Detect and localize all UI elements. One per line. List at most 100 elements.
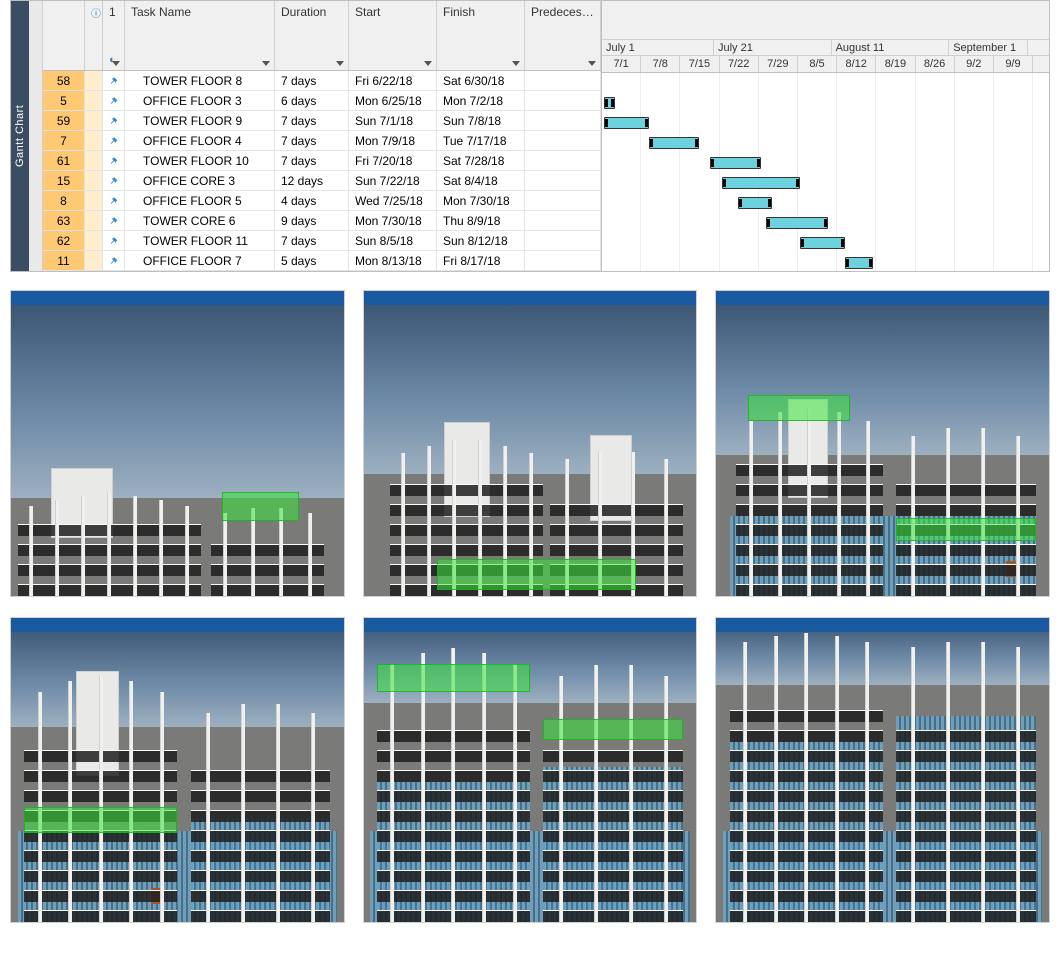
render-view-5[interactable]	[363, 617, 698, 924]
start-cell[interactable]: Mon 6/25/18	[349, 91, 437, 110]
render-view-2[interactable]	[363, 290, 698, 597]
finish-cell[interactable]: Fri 8/17/18	[437, 251, 525, 270]
gantt-bar[interactable]	[604, 117, 649, 129]
render-view-4[interactable]	[10, 617, 345, 924]
table-row[interactable]: 7 OFFICE FLOOR 47 daysMon 7/9/18Tue 7/17/…	[43, 131, 601, 151]
col-header-finish[interactable]: Finish	[437, 1, 525, 70]
predecessors-cell[interactable]	[525, 111, 601, 130]
predecessors-cell[interactable]	[525, 131, 601, 150]
timeline-day-label: 7/29	[759, 56, 798, 72]
row-id[interactable]: 5	[43, 91, 85, 110]
duration-cell[interactable]: 12 days	[275, 171, 349, 190]
duration-cell[interactable]: 6 days	[275, 91, 349, 110]
start-cell[interactable]: Mon 8/13/18	[349, 251, 437, 270]
start-cell[interactable]: Fri 7/20/18	[349, 151, 437, 170]
row-id[interactable]: 11	[43, 251, 85, 270]
task-name-cell[interactable]: OFFICE FLOOR 5	[125, 191, 275, 210]
duration-cell[interactable]: 7 days	[275, 231, 349, 250]
start-cell[interactable]: Wed 7/25/18	[349, 191, 437, 210]
gantt-bar[interactable]	[722, 177, 800, 189]
duration-cell[interactable]: 4 days	[275, 191, 349, 210]
gantt-sidebar-label[interactable]: Gantt Chart	[11, 1, 29, 271]
start-cell[interactable]: Mon 7/30/18	[349, 211, 437, 230]
task-name-cell[interactable]: OFFICE FLOOR 4	[125, 131, 275, 150]
table-row[interactable]: 62 TOWER FLOOR 117 daysSun 8/5/18Sun 8/12…	[43, 231, 601, 251]
table-row[interactable]: 61 TOWER FLOOR 107 daysFri 7/20/18Sat 7/2…	[43, 151, 601, 171]
predecessors-cell[interactable]	[525, 211, 601, 230]
finish-cell[interactable]: Sat 8/4/18	[437, 171, 525, 190]
task-name-cell[interactable]: TOWER FLOOR 11	[125, 231, 275, 250]
table-row[interactable]: 58 TOWER FLOOR 87 daysFri 6/22/18Sat 6/30…	[43, 71, 601, 91]
col-header-rowid[interactable]	[43, 1, 85, 70]
duration-cell[interactable]: 7 days	[275, 71, 349, 90]
gantt-bar[interactable]	[738, 197, 772, 209]
predecessors-cell[interactable]	[525, 171, 601, 190]
row-id[interactable]: 58	[43, 71, 85, 90]
finish-cell[interactable]: Thu 8/9/18	[437, 211, 525, 230]
task-name-cell[interactable]: OFFICE CORE 3	[125, 171, 275, 190]
finish-cell[interactable]: Tue 7/17/18	[437, 131, 525, 150]
row-id[interactable]: 7	[43, 131, 85, 150]
dropdown-caret-icon	[588, 61, 596, 66]
duration-cell[interactable]: 5 days	[275, 251, 349, 270]
start-cell[interactable]: Sun 7/22/18	[349, 171, 437, 190]
task-name-cell[interactable]: OFFICE FLOOR 7	[125, 251, 275, 270]
row-id[interactable]: 61	[43, 151, 85, 170]
predecessors-cell[interactable]	[525, 251, 601, 270]
gantt-panel: Gantt Chart ⓘ 1 ◐ Task Name Dura	[10, 0, 1050, 272]
task-name-cell[interactable]: TOWER FLOOR 10	[125, 151, 275, 170]
duration-cell[interactable]: 7 days	[275, 131, 349, 150]
table-row[interactable]: 8 OFFICE FLOOR 54 daysWed 7/25/18Mon 7/30…	[43, 191, 601, 211]
finish-cell[interactable]: Sun 8/12/18	[437, 231, 525, 250]
gantt-bar[interactable]	[845, 257, 873, 269]
start-cell[interactable]: Fri 6/22/18	[349, 71, 437, 90]
table-row[interactable]: 11 OFFICE FLOOR 75 daysMon 8/13/18Fri 8/1…	[43, 251, 601, 271]
finish-cell[interactable]: Sat 7/28/18	[437, 151, 525, 170]
start-cell[interactable]: Sun 8/5/18	[349, 231, 437, 250]
finish-cell[interactable]: Mon 7/2/18	[437, 91, 525, 110]
predecessors-cell[interactable]	[525, 151, 601, 170]
row-id[interactable]: 15	[43, 171, 85, 190]
gantt-bar[interactable]	[800, 237, 845, 249]
col-header-start[interactable]: Start	[349, 1, 437, 70]
start-cell[interactable]: Sun 7/1/18	[349, 111, 437, 130]
render-view-1[interactable]	[10, 290, 345, 597]
task-name-cell[interactable]: OFFICE FLOOR 3	[125, 91, 275, 110]
duration-cell[interactable]: 7 days	[275, 111, 349, 130]
timeline-body[interactable]	[602, 73, 1049, 271]
col-header-duration[interactable]: Duration	[275, 1, 349, 70]
task-name-cell[interactable]: TOWER FLOOR 9	[125, 111, 275, 130]
col-header-indicator[interactable]: ⓘ	[85, 1, 103, 70]
render-view-6[interactable]	[715, 617, 1050, 924]
task-name-cell[interactable]: TOWER CORE 6	[125, 211, 275, 230]
finish-cell[interactable]: Sat 6/30/18	[437, 71, 525, 90]
gantt-bar[interactable]	[766, 217, 828, 229]
duration-cell[interactable]: 9 days	[275, 211, 349, 230]
start-cell[interactable]: Mon 7/9/18	[349, 131, 437, 150]
finish-cell[interactable]: Sun 7/8/18	[437, 111, 525, 130]
row-id[interactable]: 63	[43, 211, 85, 230]
render-view-3[interactable]	[715, 290, 1050, 597]
row-id[interactable]: 59	[43, 111, 85, 130]
predecessors-cell[interactable]	[525, 231, 601, 250]
duration-cell[interactable]: 7 days	[275, 151, 349, 170]
table-row[interactable]: 15 OFFICE CORE 312 daysSun 7/22/18Sat 8/4…	[43, 171, 601, 191]
col-header-taskname[interactable]: Task Name	[125, 1, 275, 70]
predecessors-cell[interactable]	[525, 91, 601, 110]
predecessors-cell[interactable]	[525, 71, 601, 90]
table-row[interactable]: 59 TOWER FLOOR 97 daysSun 7/1/18Sun 7/8/1…	[43, 111, 601, 131]
row-id[interactable]: 8	[43, 191, 85, 210]
gantt-bar[interactable]	[649, 137, 699, 149]
table-row[interactable]: 5 OFFICE FLOOR 36 daysMon 6/25/18Mon 7/2/…	[43, 91, 601, 111]
gantt-bar[interactable]	[604, 97, 615, 109]
table-row[interactable]: 63 TOWER CORE 69 daysMon 7/30/18Thu 8/9/1…	[43, 211, 601, 231]
row-id[interactable]: 62	[43, 231, 85, 250]
gantt-bar[interactable]	[710, 157, 760, 169]
gantt-timeline[interactable]: July 1July 21August 11September 1 7/17/8…	[602, 1, 1049, 271]
col-header-predecessors[interactable]: Predecessors	[525, 1, 601, 70]
finish-cell[interactable]: Mon 7/30/18	[437, 191, 525, 210]
task-name-cell[interactable]: TOWER FLOOR 8	[125, 71, 275, 90]
timeline-day-row: 7/17/87/157/227/298/58/128/198/269/29/9	[602, 56, 1049, 72]
predecessors-cell[interactable]	[525, 191, 601, 210]
col-header-taskmode[interactable]: 1 ◐	[103, 1, 125, 70]
